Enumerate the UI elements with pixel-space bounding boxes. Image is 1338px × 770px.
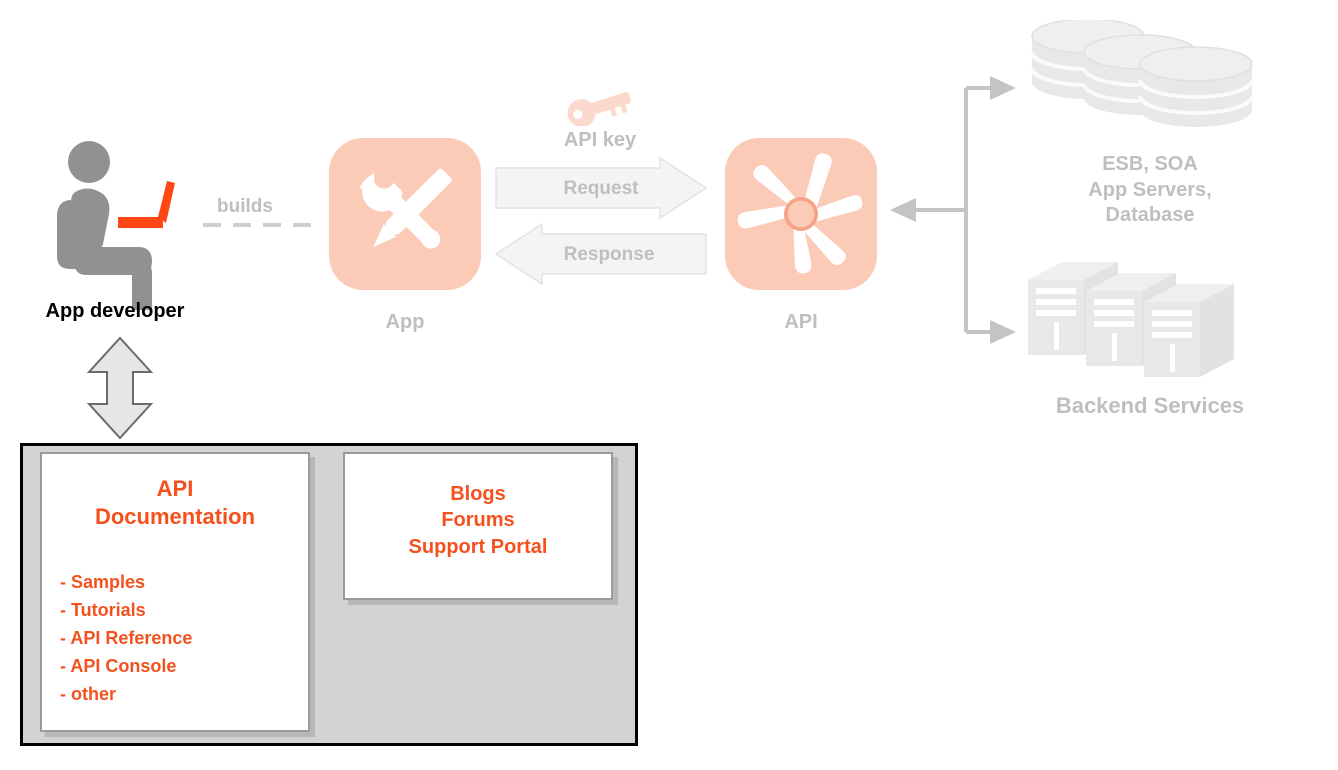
list-item[interactable]: - Tutorials (60, 596, 300, 624)
developer-portal-double-arrow (85, 336, 155, 440)
server-racks-icon (1028, 262, 1258, 377)
backend-services-label: Backend Services (1055, 393, 1245, 418)
api-tile[interactable] (725, 138, 877, 290)
database-cylinders-icon (1028, 17, 1268, 130)
app-developer-label: App developer (45, 300, 185, 322)
backend-connector-bus (880, 70, 1020, 350)
key-icon (563, 84, 637, 128)
wrench-and-pencil-icon (359, 168, 452, 249)
builds-dashed-line (203, 223, 321, 227)
list-item[interactable]: - API Console (60, 652, 300, 680)
api-documentation-title: API Documentation (94, 476, 256, 530)
diagram-canvas: App developer builds App API API key Req… (0, 0, 1338, 770)
community-card-title: Blogs Forums Support Portal (408, 483, 548, 558)
builds-label: builds (217, 196, 273, 217)
database-label: ESB, SOA App Servers, Database (1088, 153, 1212, 227)
api-key-label: API key (563, 129, 637, 151)
response-arrow (494, 222, 707, 286)
app-label: App (385, 311, 425, 333)
list-item[interactable]: - other (60, 680, 300, 708)
request-arrow (495, 156, 708, 220)
list-item[interactable]: - Samples (60, 568, 300, 596)
api-hub-star-icon (737, 153, 863, 274)
list-item[interactable]: - API Reference (60, 624, 300, 652)
seated-developer-with-laptop-icon (50, 140, 190, 314)
api-label: API (784, 311, 818, 333)
api-documentation-list: - Samples - Tutorials - API Reference - … (60, 568, 300, 708)
app-tile[interactable] (329, 138, 481, 290)
